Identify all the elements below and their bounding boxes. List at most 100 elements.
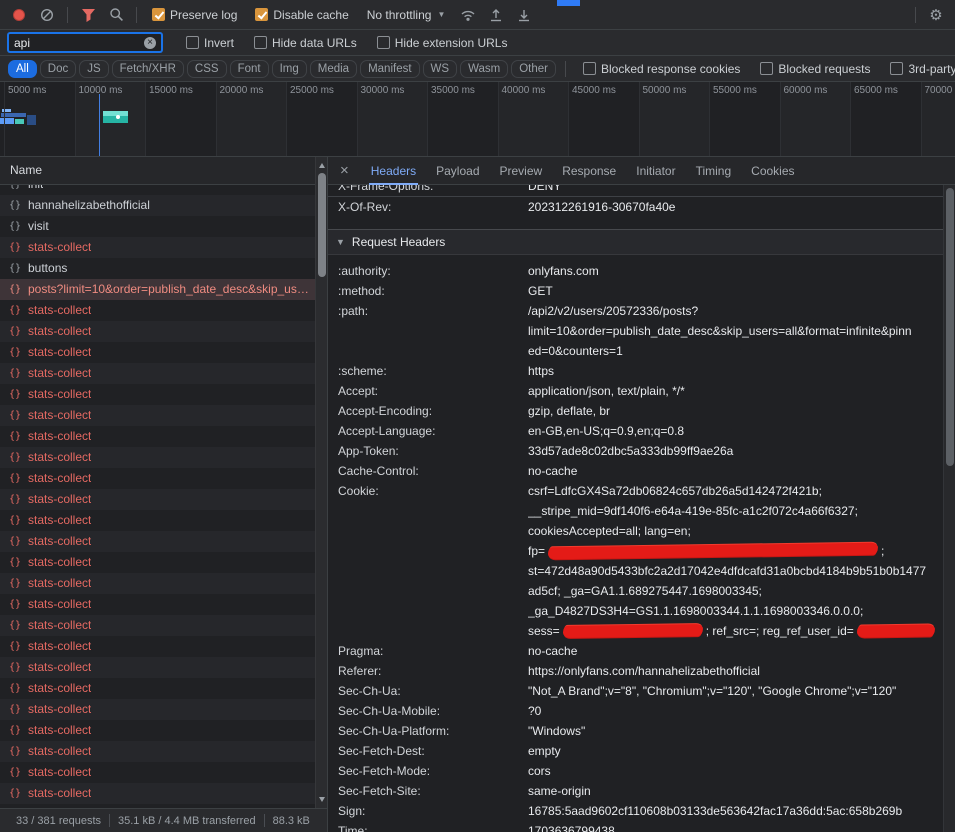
type-filter-js[interactable]: JS <box>79 60 108 78</box>
blocked-requests-checkbox[interactable]: Blocked requests <box>760 62 870 76</box>
export-har-button[interactable] <box>511 3 537 27</box>
tab-initiator[interactable]: Initiator <box>626 157 685 185</box>
throttling-select[interactable]: No throttling ▼ <box>367 8 446 22</box>
request-row[interactable]: {}stats-collect <box>0 510 327 531</box>
type-filter-fetchxhr[interactable]: Fetch/XHR <box>112 60 184 78</box>
request-row[interactable]: {}stats-collect <box>0 405 327 426</box>
tab-cookies[interactable]: Cookies <box>741 157 804 185</box>
network-conditions-button[interactable] <box>455 3 481 27</box>
disable-cache-checkbox[interactable]: Disable cache <box>255 8 348 22</box>
type-filter-doc[interactable]: Doc <box>40 60 76 78</box>
request-row[interactable]: {}stats-collect <box>0 615 327 636</box>
filter-input[interactable]: api × <box>8 33 162 52</box>
type-filter-all[interactable]: All <box>8 60 37 78</box>
hide-extension-urls-checkbox[interactable]: Hide extension URLs <box>377 36 508 50</box>
scrollbar-thumb[interactable] <box>318 173 326 277</box>
invert-checkbox[interactable]: Invert <box>186 36 234 50</box>
request-row[interactable]: {}stats-collect <box>0 468 327 489</box>
requests-scrollbar[interactable] <box>315 157 327 808</box>
request-row[interactable]: {}stats-collect <box>0 678 327 699</box>
request-row[interactable]: {}stats-collect <box>0 300 327 321</box>
header-value: /api2/v2/users/20572336/posts?limit=10&o… <box>528 301 943 361</box>
record-button[interactable] <box>6 3 32 27</box>
request-row[interactable]: {}stats-collect <box>0 573 327 594</box>
tab-payload[interactable]: Payload <box>426 157 489 185</box>
header-name: :method: <box>328 281 528 301</box>
name-column-header[interactable]: Name <box>0 157 327 185</box>
blocked-response-cookies-checkbox[interactable]: Blocked response cookies <box>583 62 740 76</box>
request-row[interactable]: {}buttons <box>0 258 327 279</box>
request-icon: {} <box>8 468 22 489</box>
header-value-line: fp=; <box>528 541 943 561</box>
type-filter-ws[interactable]: WS <box>423 60 458 78</box>
type-filter-manifest[interactable]: Manifest <box>360 60 419 78</box>
clear-button[interactable] <box>34 3 60 27</box>
header-value-line: DENY <box>528 185 943 196</box>
devtools-network-panel: Preserve log Disable cache No throttling… <box>0 0 955 832</box>
request-row[interactable]: {}stats-collect <box>0 321 327 342</box>
clear-filter-icon[interactable]: × <box>144 37 156 49</box>
request-row[interactable]: {}hannahelizabethofficial <box>0 195 327 216</box>
request-row[interactable]: {}stats-collect <box>0 363 327 384</box>
request-row[interactable]: {}stats-collect <box>0 762 327 783</box>
request-row[interactable]: {}visit <box>0 216 327 237</box>
request-row[interactable]: {}posts?limit=10&order=publish_date_desc… <box>0 279 327 300</box>
hide-data-urls-checkbox[interactable]: Hide data URLs <box>254 36 357 50</box>
preserve-log-checkbox[interactable]: Preserve log <box>152 8 237 22</box>
details-scrollbar[interactable] <box>943 185 955 832</box>
overview-tick-label: 50000 ms <box>643 85 687 96</box>
type-filter-wasm[interactable]: Wasm <box>460 60 508 78</box>
type-filter-img[interactable]: Img <box>272 60 307 78</box>
request-row[interactable]: {}stats-collect <box>0 531 327 552</box>
type-filter-font[interactable]: Font <box>230 60 269 78</box>
request-row[interactable]: {}stats-collect <box>0 636 327 657</box>
type-filter-media[interactable]: Media <box>310 60 357 78</box>
settings-gear-icon[interactable]: ⚙ <box>923 3 949 27</box>
scroll-down-icon[interactable] <box>319 797 325 802</box>
header-value-line: no-cache <box>528 641 943 661</box>
request-row[interactable]: {}init <box>0 185 327 195</box>
third-party-requests-checkbox[interactable]: 3rd-party requests <box>890 62 955 76</box>
request-icon: {} <box>8 594 22 615</box>
checkbox-unchecked-icon <box>254 36 267 49</box>
request-row[interactable]: {}stats-collect <box>0 594 327 615</box>
header-name: Sign: <box>328 801 528 821</box>
tab-timing[interactable]: Timing <box>686 157 742 185</box>
close-icon[interactable]: × <box>328 162 361 179</box>
type-filter-css[interactable]: CSS <box>187 60 227 78</box>
request-row[interactable]: {}stats-collect <box>0 552 327 573</box>
request-row[interactable]: {}stats-collect <box>0 384 327 405</box>
overview-gridline <box>357 82 358 156</box>
request-row[interactable]: {}stats-collect <box>0 720 327 741</box>
filter-toggle-button[interactable] <box>75 3 101 27</box>
scroll-up-icon[interactable] <box>319 163 325 168</box>
header-value-line: cookiesAccepted=all; lang=en; <box>528 521 943 541</box>
search-button[interactable] <box>103 3 129 27</box>
request-row[interactable]: {}stats-collect <box>0 489 327 510</box>
request-row[interactable]: {}stats-collect <box>0 342 327 363</box>
request-row[interactable]: {}stats-collect <box>0 699 327 720</box>
request-row[interactable]: {}stats-collect <box>0 783 327 804</box>
tab-preview[interactable]: Preview <box>490 157 553 185</box>
header-name: X-Of-Rev: <box>328 197 528 217</box>
overview-strip[interactable]: 5000 ms10000 ms15000 ms20000 ms25000 ms3… <box>0 82 955 157</box>
request-row[interactable]: {}stats-collect <box>0 237 327 258</box>
tab-response[interactable]: Response <box>552 157 626 185</box>
import-har-button[interactable] <box>483 3 509 27</box>
tab-headers[interactable]: Headers <box>361 157 426 185</box>
header-value-line: 202312261916-30670fa40e <box>528 197 943 217</box>
request-headers-section[interactable]: ▼ Request Headers <box>328 229 943 255</box>
type-filter-other[interactable]: Other <box>511 60 556 78</box>
filter-funnel-icon <box>81 8 96 22</box>
header-value: https <box>528 361 943 381</box>
request-row[interactable]: {}stats-collect <box>0 426 327 447</box>
scrollbar-thumb[interactable] <box>946 188 954 466</box>
request-row[interactable]: {}stats-collect <box>0 447 327 468</box>
details-tabbar: × HeadersPayloadPreviewResponseInitiator… <box>328 157 955 185</box>
header-value-line: https <box>528 361 943 381</box>
header-name: App-Token: <box>328 441 528 461</box>
header-value-line: no-cache <box>528 461 943 481</box>
request-row[interactable]: {}stats-collect <box>0 741 327 762</box>
section-title: Request Headers <box>352 235 445 249</box>
request-row[interactable]: {}stats-collect <box>0 657 327 678</box>
